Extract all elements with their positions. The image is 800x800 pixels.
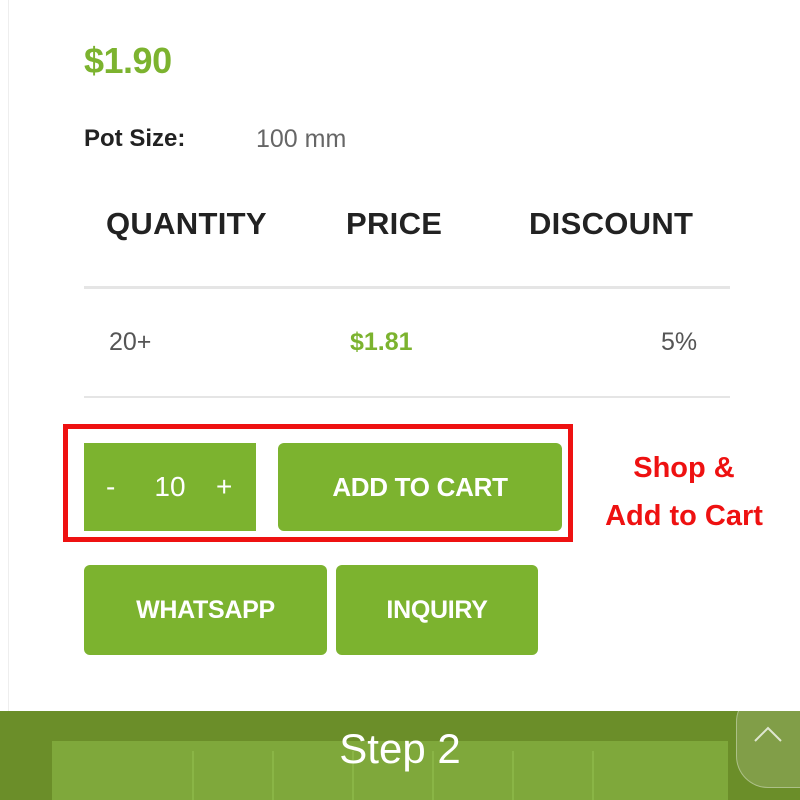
column-header-price: PRICE [346,206,443,241]
column-header-quantity: QUANTITY [106,206,267,241]
scroll-to-top-button[interactable] [736,690,800,788]
annotation-line-1: Shop & [633,452,735,484]
product-price: $1.90 [84,40,172,81]
annotation-line-2: Add to Cart [605,500,763,532]
step-banner: Step 2 [0,711,800,800]
table-divider [84,286,730,289]
pot-size-value: 100 mm [256,125,347,153]
cell-price: $1.81 [350,328,413,356]
column-header-discount: DISCOUNT [529,206,694,241]
highlight-box [63,424,573,542]
cell-discount: 5% [661,328,698,356]
pot-size-label: Pot Size: [84,125,186,152]
page-edge [8,0,9,712]
chevron-up-icon [754,726,782,742]
table-divider [84,396,730,398]
annotation-callout: Shop & Add to Cart [584,444,784,540]
inquiry-button[interactable]: INQUIRY [336,565,538,655]
step-title: Step 2 [339,725,461,772]
whatsapp-button[interactable]: WHATSAPP [84,565,327,655]
cell-quantity: 20+ [109,328,152,356]
